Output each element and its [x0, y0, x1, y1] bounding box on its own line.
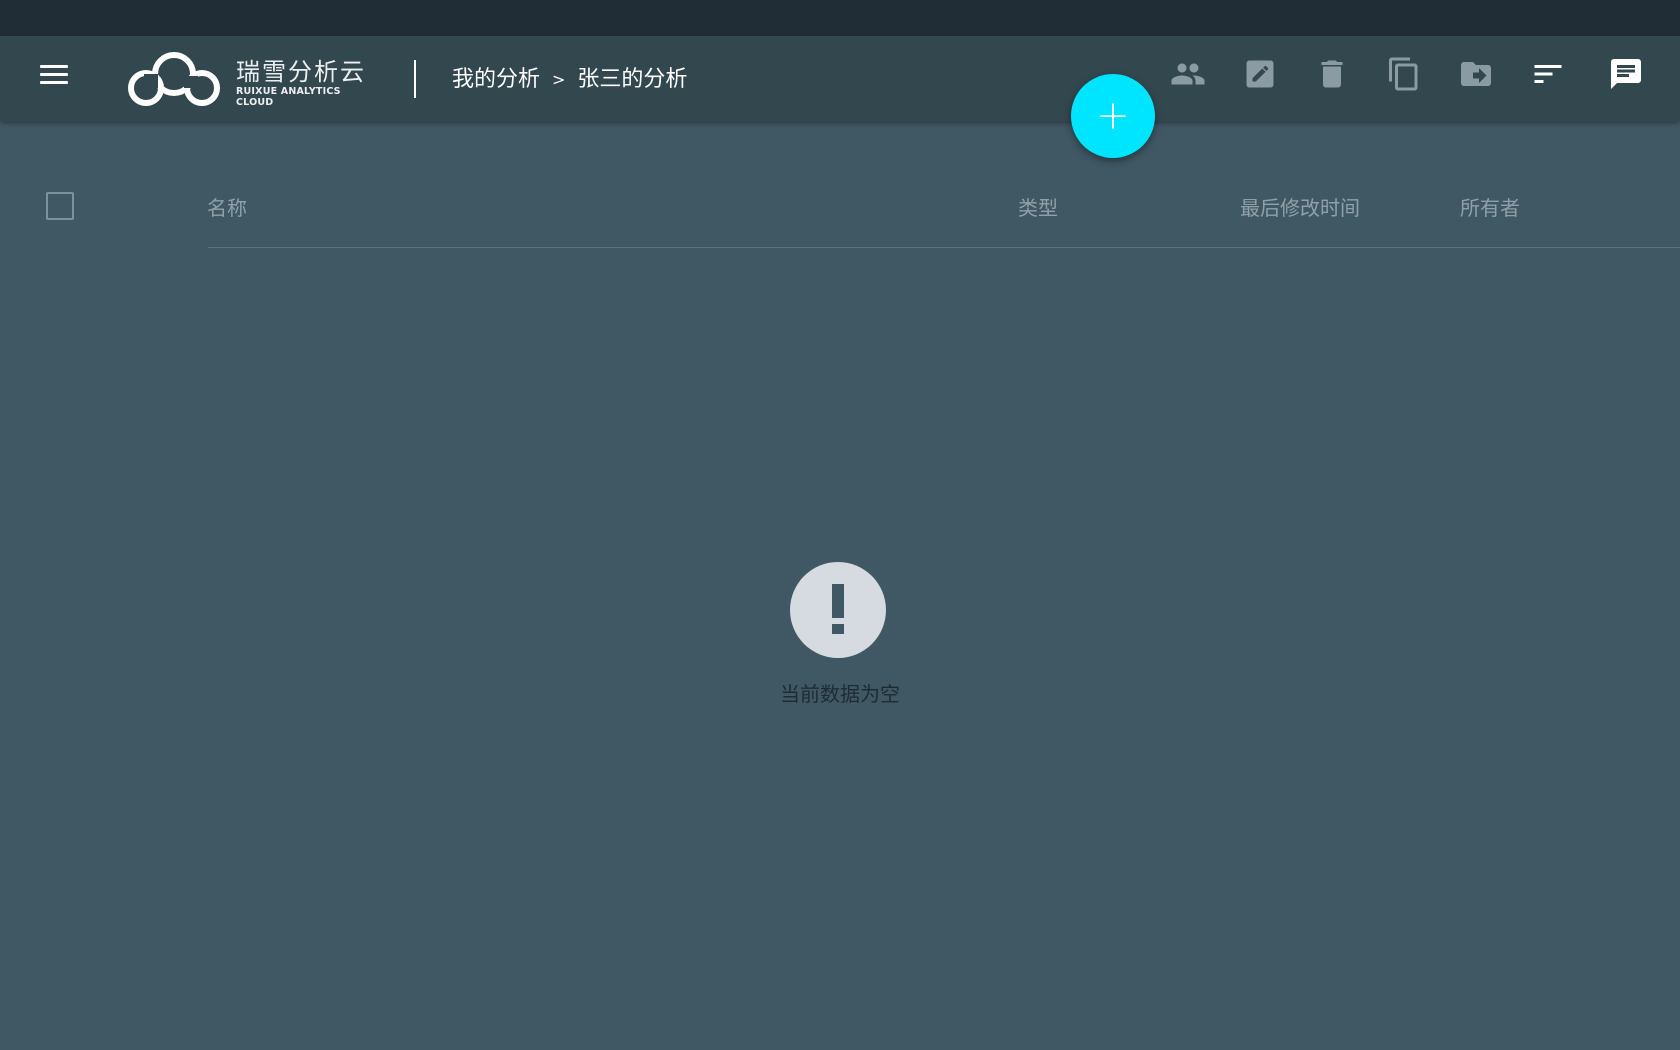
breadcrumb-separator: > [552, 69, 566, 89]
delete-button[interactable] [1312, 54, 1352, 94]
menu-button[interactable] [34, 61, 74, 89]
sort-button[interactable] [1528, 54, 1568, 94]
delete-icon [1321, 60, 1343, 88]
comment-icon [1611, 59, 1641, 89]
app-bar: 瑞雪分析云 RUIXUE ANALYTICS CLOUD 我的分析 > 张三的分… [0, 36, 1680, 121]
comment-button[interactable] [1606, 54, 1646, 94]
cloud-logo-icon [128, 52, 220, 106]
menu-icon [40, 65, 68, 68]
logo-text-en: RUIXUE ANALYTICS CLOUD [236, 86, 341, 108]
appbar-divider [414, 60, 416, 98]
sort-icon [1534, 65, 1562, 83]
column-header-modified[interactable]: 最后修改时间 [1240, 192, 1360, 221]
breadcrumb-my-analysis[interactable]: 我的分析 [452, 61, 540, 93]
column-header-type[interactable]: 类型 [1018, 192, 1058, 221]
copy-icon [1389, 57, 1418, 91]
people-icon [1171, 63, 1205, 85]
edit-icon [1246, 60, 1274, 88]
move-to-folder-button[interactable] [1456, 54, 1496, 94]
app-logo[interactable]: 瑞雪分析云 RUIXUE ANALYTICS CLOUD [124, 46, 374, 110]
edit-button[interactable] [1240, 54, 1280, 94]
header-divider [208, 247, 1680, 248]
add-fab-button[interactable]: + [1071, 74, 1155, 158]
breadcrumb-current[interactable]: 张三的分析 [577, 61, 687, 93]
empty-state-message: 当前数据为空 [780, 682, 900, 706]
share-users-button[interactable] [1168, 54, 1208, 94]
select-all-checkbox[interactable] [46, 192, 74, 220]
copy-button[interactable] [1384, 54, 1424, 94]
table-header: 名称 类型 最后修改时间 所有者 [0, 180, 1680, 250]
window-top-strip [0, 0, 1680, 36]
logo-text-cn: 瑞雪分析云 [236, 58, 366, 86]
move-to-folder-icon [1461, 62, 1491, 86]
plus-icon: + [1096, 93, 1130, 139]
column-header-owner[interactable]: 所有者 [1460, 192, 1520, 221]
column-header-name[interactable]: 名称 [207, 192, 247, 221]
exclamation-icon [790, 562, 886, 658]
breadcrumb: 我的分析 > 张三的分析 [452, 62, 687, 92]
empty-state: 当前数据为空 [740, 562, 940, 712]
